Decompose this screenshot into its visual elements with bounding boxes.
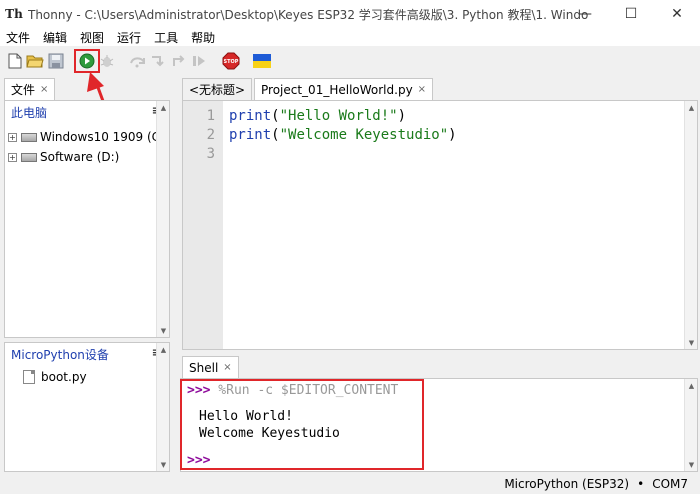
device-heading: MicroPython设备 ≡ [5,343,169,365]
code-paren: ( [271,127,280,143]
tab-untitled[interactable]: <无标题> [182,78,253,100]
scroll-up-icon[interactable]: ▲ [157,101,170,114]
code-paren: ) [448,127,457,143]
menu-edit[interactable]: 编辑 [37,29,74,46]
this-pc-label: 此电脑 [11,105,48,120]
tree-item-drive-c[interactable]: + Windows10 1909 (C:) [8,127,169,147]
step-out-icon[interactable] [170,52,188,70]
line-number: 1 [206,108,215,124]
drive-icon [21,132,37,142]
tab-shell[interactable]: Shell × [182,356,239,378]
new-file-icon[interactable] [6,52,24,70]
code-paren: ) [397,108,407,124]
list-item[interactable]: boot.py [23,367,87,387]
line-number-gutter: 1 2 3 [183,101,223,349]
step-into-icon[interactable] [149,52,167,70]
code-editor[interactable]: 1 2 3 print("Hello World!") print("Welco… [182,100,698,350]
tab-project-label: Project_01_HelloWorld.py [261,82,413,97]
tab-files-label: 文件 [11,83,36,97]
code-string: "Welcome Keyestudio" [279,127,449,143]
code-string: "Hello World!" [279,108,398,124]
stop-icon[interactable]: STOP [221,52,241,70]
tab-project-helloworld[interactable]: Project_01_HelloWorld.py × [254,78,434,100]
code-function: print [229,127,272,143]
scroll-down-icon[interactable]: ▼ [685,336,698,349]
scroll-down-icon[interactable]: ▼ [157,324,170,337]
maximize-button[interactable]: ☐ [608,0,654,28]
status-bar: MicroPython (ESP32) • COM7 [0,474,700,494]
window-title: Thonny - C:\Users\Administrator\Desktop\… [28,7,588,22]
thonny-logo-icon: Th [5,7,23,21]
scroll-down-icon[interactable]: ▼ [685,458,698,471]
drive-icon [21,152,37,162]
drive-c-label: Windows10 1909 (C:) [40,130,169,144]
code-paren: ( [271,108,280,124]
shell-scrollbar[interactable]: ▲ ▼ [684,379,697,471]
close-window-button[interactable]: ✕ [654,0,700,28]
menu-tools[interactable]: 工具 [148,29,185,46]
port-status[interactable]: COM7 [652,477,688,491]
menu-help[interactable]: 帮助 [185,29,222,46]
menu-bar: 文件 编辑 视图 运行 工具 帮助 [0,28,700,46]
expand-icon[interactable]: + [8,152,17,162]
scroll-up-icon[interactable]: ▲ [685,379,698,392]
device-files-panel: MicroPython设备 ≡ boot.py ▲ ▼ [4,342,170,472]
editor-scrollbar[interactable]: ▲ ▼ [684,101,697,349]
code-line-2: print("Welcome Keyestudio") [229,127,457,143]
minimize-button[interactable]: — [562,0,608,28]
shell-output-highlight [180,379,424,470]
window-controls: — ☐ ✕ [562,0,700,28]
tab-close-icon[interactable]: × [418,84,426,95]
title-bar: Th Thonny - C:\Users\Administrator\Deskt… [0,0,700,28]
device-heading-label: MicroPython设备 [11,347,109,362]
tab-shell-label: Shell [189,360,219,375]
open-file-icon[interactable] [26,52,44,70]
device-file-label: boot.py [41,370,87,384]
expand-icon[interactable]: + [8,132,17,142]
interpreter-status[interactable]: MicroPython (ESP32) [504,477,629,491]
drive-d-label: Software (D:) [40,150,120,164]
tab-close-icon[interactable]: × [223,362,231,373]
save-icon[interactable] [47,52,65,70]
code-line-1: print("Hello World!") [229,108,406,124]
files-panel: 此电脑 ≡ + Windows10 1909 (C:) + Software (… [4,100,170,338]
ukraine-flag-icon[interactable] [252,52,272,70]
status-separator: • [637,477,645,491]
menu-run[interactable]: 运行 [111,29,148,46]
file-icon [23,370,35,384]
tab-untitled-label: <无标题> [189,83,246,97]
tree-item-drive-d[interactable]: + Software (D:) [8,147,119,167]
line-number: 2 [206,127,215,143]
resume-icon[interactable] [190,52,208,70]
menu-view[interactable]: 视图 [74,29,111,46]
this-pc-heading: 此电脑 ≡ [5,101,169,123]
code-function: print [229,108,272,124]
stop-icon-label: STOP [224,59,239,65]
scroll-down-icon[interactable]: ▼ [157,458,170,471]
scroll-up-icon[interactable]: ▲ [685,101,698,114]
device-scrollbar[interactable]: ▲ ▼ [156,343,169,471]
tab-files[interactable]: 文件 × [4,78,56,100]
menu-file[interactable]: 文件 [0,29,37,46]
tab-close-icon[interactable]: × [40,84,48,95]
scroll-up-icon[interactable]: ▲ [157,343,170,356]
files-scrollbar[interactable]: ▲ ▼ [156,101,169,337]
line-number: 3 [206,146,215,162]
